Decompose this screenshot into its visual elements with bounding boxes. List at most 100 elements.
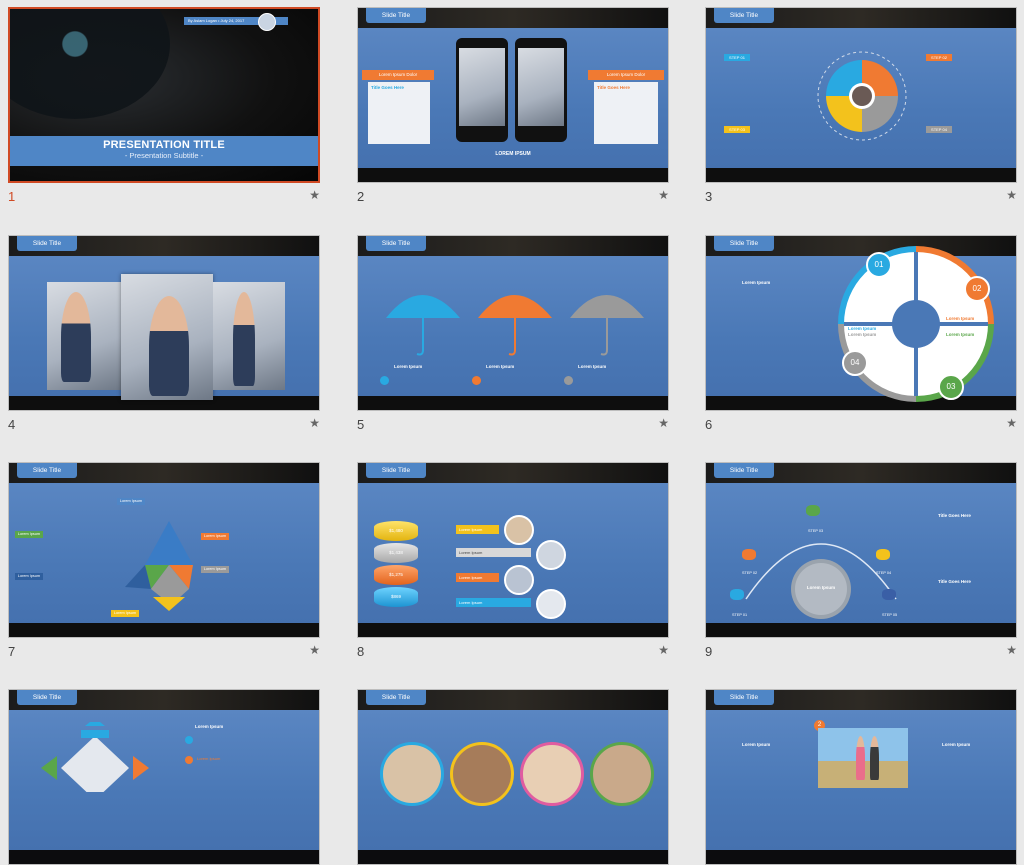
caption-3: Lorem Ipsum (578, 364, 607, 369)
photo-walking-woman (213, 282, 285, 390)
slide-number: 3 (705, 189, 713, 204)
arrow-label-blue: Lorem Ipsum (456, 598, 531, 607)
left-heading: Lorem Ipsum (742, 742, 771, 747)
slide-3-canvas[interactable]: Slide Title STEP 01 STEP 02 STEP 03 STEP… (705, 7, 1017, 183)
badge-04: 04 (842, 350, 868, 376)
slide-thumbnail-4[interactable]: Slide Title 4 ★ (8, 235, 320, 432)
slide-title-tab: Slide Title (366, 690, 426, 705)
background-bottom (358, 396, 668, 410)
step-03-label: STEP 03 (724, 126, 750, 133)
title-band: PRESENTATION TITLE - Presentation Subtit… (10, 136, 318, 166)
animation-star-icon[interactable]: ★ (309, 188, 320, 202)
check-icon-gray (564, 376, 573, 385)
animation-star-icon[interactable]: ★ (1006, 643, 1017, 657)
photo-businessman (121, 274, 213, 400)
slide-9-canvas[interactable]: Slide Title Lorem Ipsum STEP 01 STEP 02 … (705, 462, 1017, 638)
photo-joggers (818, 728, 908, 788)
slide-title-tab: Slide Title (714, 463, 774, 478)
background-bottom (9, 623, 319, 637)
arrow-label-orange: Lorem Ipsum (456, 573, 499, 582)
slide-1-canvas[interactable]: By Aslam Logan • July 24, 2017 PRESENTAT… (8, 7, 320, 183)
slide-thumbnail-2[interactable]: Slide Title Lorem Ipsum Dolor Title Goes… (357, 7, 669, 204)
slide-title-tab: Slide Title (714, 690, 774, 705)
caption-1: Lorem Ipsum (394, 364, 423, 369)
arrow-label-yellow: Lorem Ipsum (456, 525, 499, 534)
slide-11-canvas[interactable]: Slide Title (357, 689, 669, 865)
label-right-gray: Lorem Ipsum (201, 566, 229, 573)
slide-2-canvas[interactable]: Slide Title Lorem Ipsum Dolor Title Goes… (357, 7, 669, 183)
slide-thumbnail-1[interactable]: By Aslam Logan • July 24, 2017 PRESENTAT… (8, 7, 320, 204)
slide-thumbnail-5[interactable]: Slide Title Lorem Ipsum Lorem Ipsum Lore… (357, 235, 669, 432)
slide-6-canvas[interactable]: Slide Title Lorem Ipsum 01 02 03 04 Lore… (705, 235, 1017, 411)
slide-title-tab: Slide Title (714, 8, 774, 23)
slide-title-tab: Slide Title (366, 8, 426, 23)
badge-01: 01 (866, 252, 892, 278)
animation-star-icon[interactable]: ★ (658, 643, 669, 657)
avatar-circle-pink (520, 742, 584, 806)
slide-title-tab: Slide Title (366, 463, 426, 478)
slide-thumbnail-3[interactable]: Slide Title STEP 01 STEP 02 STEP 03 STEP… (705, 7, 1017, 204)
quadrant-label-2: Lorem Ipsum (946, 316, 975, 321)
right-heading: Lorem Ipsum (942, 742, 971, 747)
quadrant-label-1: Lorem Ipsum (848, 326, 877, 331)
right-card-title: Title Goes Here (597, 85, 630, 90)
slide-5-canvas[interactable]: Slide Title Lorem Ipsum Lorem Ipsum Lore… (357, 235, 669, 411)
slide-title-tab: Slide Title (17, 236, 77, 251)
animation-star-icon[interactable]: ★ (658, 416, 669, 430)
slide-title-tab: Slide Title (366, 236, 426, 251)
phone-right-photo (518, 48, 564, 126)
slide-number: 1 (8, 189, 16, 204)
step-04-label: STEP 04 (876, 571, 892, 575)
disk-blue: $869 (374, 587, 418, 607)
step-02-label: STEP 02 (926, 54, 952, 61)
slide-thumbnail-7[interactable]: Slide Title Lorem Ipsum Lorem Ipsum Lore… (8, 462, 320, 659)
slide-thumbnail-12[interactable]: Slide Title 2 Lorem Ipsum Lorem Ipsum (705, 689, 1017, 865)
slide-number: 4 (8, 417, 16, 432)
disk-yellow: $1,480 (374, 521, 418, 541)
phone-left (456, 38, 508, 142)
quadrant-label-3: Lorem Ipsum (946, 332, 975, 337)
photo-businesswoman (47, 282, 123, 390)
title-goes-here-1: Title Goes Here (938, 513, 971, 518)
animation-star-icon[interactable]: ★ (1006, 416, 1017, 430)
label-left-green: Lorem Ipsum (15, 531, 43, 538)
slide-10-canvas[interactable]: Slide Title Lorem Ipsum Lorem Ipsum (8, 689, 320, 865)
slide-7-canvas[interactable]: Slide Title Lorem Ipsum Lorem Ipsum Lore… (8, 462, 320, 638)
quadrant-circle-diagram (838, 246, 994, 402)
slide-title-tab: Slide Title (17, 463, 77, 478)
slide-title-tab: Slide Title (714, 236, 774, 251)
avatar-circle-green (590, 742, 654, 806)
left-card-title: Title Goes Here (371, 85, 404, 90)
slide-thumbnail-10[interactable]: Slide Title Lorem Ipsum Lorem Ipsum (8, 689, 320, 865)
avatar-2 (536, 540, 566, 570)
presentation-title: PRESENTATION TITLE (103, 139, 225, 151)
slide-4-canvas[interactable]: Slide Title (8, 235, 320, 411)
animation-star-icon[interactable]: ★ (658, 188, 669, 202)
right-text-card: Title Goes Here (594, 82, 658, 144)
step-02-label: STEP 02 (742, 571, 758, 575)
check-icon-orange (185, 756, 193, 764)
umbrella-row (386, 295, 644, 356)
check-icon-blue (380, 376, 389, 385)
disk-orange: $1,275 (374, 565, 418, 585)
slide-thumbnail-9[interactable]: Slide Title Lorem Ipsum STEP 01 STEP 02 … (705, 462, 1017, 659)
left-text-card: Title Goes Here (368, 82, 430, 144)
phone-right (515, 38, 567, 142)
animation-star-icon[interactable]: ★ (309, 643, 320, 657)
label-right-orange: Lorem Ipsum (201, 533, 229, 540)
disk-gray: $1,438 (374, 543, 418, 563)
slide-12-canvas[interactable]: Slide Title 2 Lorem Ipsum Lorem Ipsum (705, 689, 1017, 865)
slide-thumbnail-11[interactable]: Slide Title (357, 689, 669, 865)
title-goes-here-2: Title Goes Here (938, 579, 971, 584)
animation-star-icon[interactable]: ★ (1006, 188, 1017, 202)
step-03-label: STEP 03 (808, 529, 824, 533)
slide-thumbnail-6[interactable]: Slide Title Lorem Ipsum 01 02 03 04 Lore… (705, 235, 1017, 432)
animation-star-icon[interactable]: ★ (309, 416, 320, 430)
avatar-1 (504, 515, 534, 545)
umbrella-orange-icon (478, 295, 552, 356)
slide-thumbnail-8[interactable]: Slide Title $1,480 $1,438 $1,275 $869 Lo… (357, 462, 669, 659)
slide-number: 5 (357, 417, 365, 432)
phone-left-photo (459, 48, 505, 126)
umbrella-gray-icon (570, 295, 644, 356)
slide-8-canvas[interactable]: Slide Title $1,480 $1,438 $1,275 $869 Lo… (357, 462, 669, 638)
